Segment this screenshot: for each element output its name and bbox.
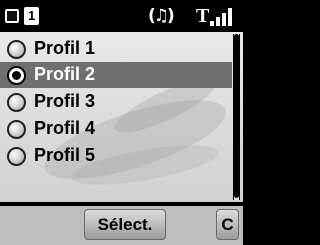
status-bar: 1 (♫) T [0, 0, 243, 32]
list-item-label: Profil 2 [34, 64, 96, 84]
phone-screen: 1 (♫) T Profil 1 Profil 2 Profil 3 Profi… [0, 0, 243, 245]
radio-button[interactable] [7, 40, 26, 59]
radio-button[interactable] [7, 93, 26, 112]
message-icon [5, 5, 21, 27]
clear-softkey[interactable]: C [216, 209, 239, 240]
line-1-icon: 1 [22, 5, 42, 27]
profile-list: Profil 1 Profil 2 Profil 3 Profil 4 Prof… [0, 32, 243, 202]
list-item-profil-2[interactable]: Profil 2 [0, 62, 232, 88]
signal-strength-icon: T [196, 5, 240, 27]
radio-button[interactable] [7, 147, 26, 166]
scrollbar[interactable] [233, 34, 240, 200]
list-item-profil-4[interactable]: Profil 4 [0, 116, 232, 142]
list-item-profil-1[interactable]: Profil 1 [0, 36, 232, 62]
scrollbar-thumb[interactable] [234, 34, 239, 198]
ringtone-icon: (♫) [148, 6, 175, 26]
list-item-profil-5[interactable]: Profil 5 [0, 143, 232, 169]
radio-button[interactable] [7, 120, 26, 139]
list-item-profil-3[interactable]: Profil 3 [0, 89, 232, 115]
list-item-label: Profil 1 [34, 38, 96, 58]
line-number: 1 [28, 8, 36, 23]
radio-button-checked[interactable] [7, 66, 26, 85]
list-item-label: Profil 3 [34, 91, 96, 111]
list-item-label: Profil 5 [34, 145, 96, 165]
list-item-label: Profil 4 [34, 118, 96, 138]
select-softkey[interactable]: Sélect. [84, 209, 166, 240]
